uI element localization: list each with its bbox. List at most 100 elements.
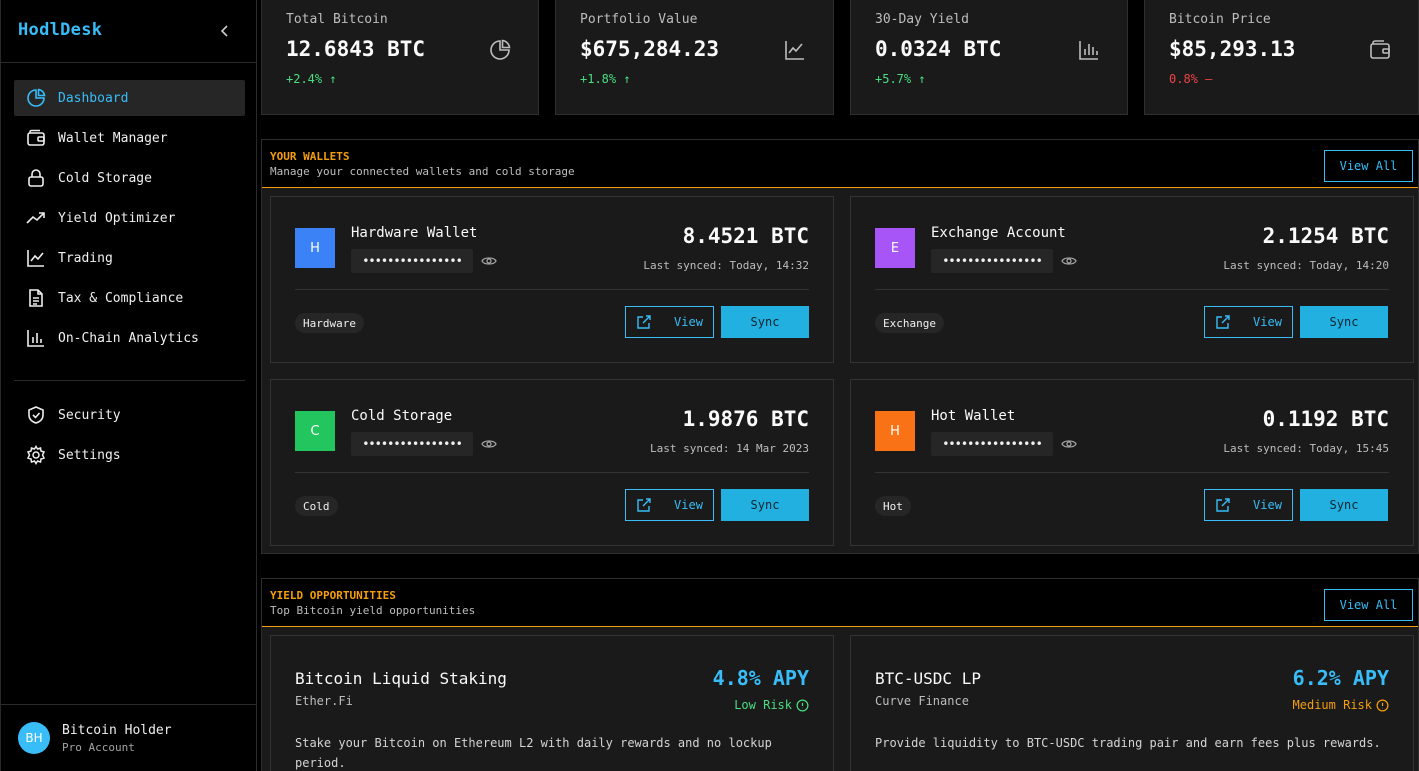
eye-icon[interactable] [1061, 436, 1077, 452]
wallet-avatar: C [295, 411, 335, 451]
sidebar-item-trading[interactable]: Trading [14, 240, 245, 276]
user-role: Pro Account [62, 740, 135, 754]
document-icon [26, 288, 46, 308]
user-name: Bitcoin Holder [62, 722, 172, 738]
divider [875, 472, 1389, 473]
sidebar-item-tax-compliance[interactable]: Tax & Compliance [14, 280, 245, 316]
yield-apy: 6.2% APY [1292, 666, 1389, 690]
view-all-wallets-button[interactable]: View All [1324, 150, 1413, 182]
sync-wallet-button[interactable]: Sync [721, 306, 809, 338]
wallet-last-synced: Last synced: 14 Mar 2023 [650, 442, 809, 455]
wallet-last-synced: Last synced: Today, 14:20 [1223, 259, 1389, 272]
view-button-label: View [674, 315, 703, 329]
sidebar-item-label: Trading [58, 250, 113, 266]
info-icon [1376, 699, 1389, 711]
yield-provider: Curve Finance [875, 694, 969, 708]
sync-wallet-button[interactable]: Sync [721, 489, 809, 521]
lock-icon [26, 168, 46, 188]
brand-logo: HodlDesk [18, 20, 103, 40]
sidebar-item-label: Dashboard [58, 90, 129, 106]
info-icon [796, 699, 809, 711]
stat-label: Portfolio Value [580, 12, 698, 27]
wallet-card-exchange: E Exchange Account •••••••••••••••• 2.12… [850, 196, 1414, 363]
eye-icon[interactable] [481, 436, 497, 452]
section-subtitle: Manage your connected wallets and cold s… [270, 165, 575, 178]
risk-badge: Low Risk [734, 698, 809, 712]
sidebar-item-security[interactable]: Security [14, 397, 245, 433]
divider [295, 289, 809, 290]
yield-name: Bitcoin Liquid Staking [295, 669, 507, 688]
external-link-icon [1216, 315, 1230, 329]
sidebar-item-wallet-manager[interactable]: Wallet Manager [14, 120, 245, 156]
sidebar-item-label: Cold Storage [58, 170, 152, 186]
user-profile[interactable]: BH Bitcoin Holder Pro Account [18, 722, 172, 754]
yield-description: Provide liquidity to BTC-USDC trading pa… [875, 736, 1381, 750]
sidebar-item-dashboard[interactable]: Dashboard [14, 80, 245, 116]
sidebar-item-settings[interactable]: Settings [14, 437, 245, 473]
divider [295, 472, 809, 473]
sidebar-secondary-nav: Security Settings [14, 397, 245, 477]
wallet-name: Exchange Account [931, 225, 1066, 241]
view-button-label: View [1253, 498, 1282, 512]
sidebar-item-label: Wallet Manager [58, 130, 168, 146]
stat-value: $675,284.23 [580, 37, 720, 61]
wallet-address-masked: •••••••••••••••• [931, 432, 1053, 456]
view-wallet-button[interactable]: View [625, 489, 714, 521]
yield-card-btc-usdc-lp[interactable]: BTC-USDC LP Curve Finance 6.2% APY Mediu… [850, 635, 1414, 771]
wallet-name: Hardware Wallet [351, 225, 478, 241]
eye-icon[interactable] [481, 253, 497, 269]
wallet-address-masked: •••••••••••••••• [351, 249, 473, 273]
stat-change: +5.7% ↑ [875, 72, 926, 86]
stat-label: Bitcoin Price [1169, 12, 1271, 27]
stat-card-bitcoin-price: Bitcoin Price $85,293.13 0.8% — [1144, 0, 1419, 115]
view-wallet-button[interactable]: View [1204, 489, 1293, 521]
sidebar-item-label: Yield Optimizer [58, 210, 176, 226]
yield-card-liquid-staking[interactable]: Bitcoin Liquid Staking Ether.Fi 4.8% APY… [270, 635, 834, 771]
wallet-balance: 2.1254 BTC [1262, 224, 1389, 248]
wallet-name: Cold Storage [351, 408, 453, 424]
pie-chart-icon [490, 39, 511, 60]
stat-value: 12.6843 BTC [286, 37, 426, 61]
stat-label: Total Bitcoin [286, 12, 388, 27]
yield-name: BTC-USDC LP [875, 669, 981, 688]
external-link-icon [637, 498, 651, 512]
bar-chart-icon [1079, 41, 1098, 60]
section-title: YIELD OPPORTUNITIES [270, 589, 396, 602]
wallet-balance: 8.4521 BTC [682, 224, 809, 248]
wallet-type-tag: Hot [875, 496, 911, 516]
trending-up-icon [26, 208, 46, 228]
wallet-type-tag: Cold [295, 496, 338, 516]
section-subtitle: Top Bitcoin yield opportunities [270, 604, 476, 617]
wallet-type-tag: Hardware [295, 313, 364, 333]
stat-card-portfolio-value: Portfolio Value $675,284.23 +1.8% ↑ [555, 0, 834, 115]
stat-change: +2.4% ↑ [286, 72, 337, 86]
yield-apy: 4.8% APY [712, 666, 809, 690]
wallet-last-synced: Last synced: Today, 15:45 [1223, 442, 1389, 455]
sync-wallet-button[interactable]: Sync [1300, 489, 1388, 521]
risk-badge: Medium Risk [1293, 698, 1389, 712]
divider [1, 62, 257, 63]
divider [14, 380, 245, 381]
wallet-avatar: H [295, 228, 335, 268]
user-info: Bitcoin Holder Pro Account [62, 723, 172, 754]
stat-label: 30-Day Yield [875, 12, 969, 27]
collapse-sidebar-button[interactable] [217, 22, 233, 40]
view-wallet-button[interactable]: View [1204, 306, 1293, 338]
risk-label: Low Risk [734, 698, 792, 712]
section-title: YOUR WALLETS [270, 150, 350, 163]
wallet-avatar: E [875, 228, 915, 268]
line-chart-icon [785, 41, 804, 60]
view-all-yield-button[interactable]: View All [1324, 589, 1413, 621]
view-wallet-button[interactable]: View [625, 306, 714, 338]
sidebar-item-label: Security [58, 407, 121, 423]
stat-card-30-day-yield: 30-Day Yield 0.0324 BTC +5.7% ↑ [850, 0, 1128, 115]
stat-change: +1.8% ↑ [580, 72, 631, 86]
sidebar-item-on-chain-analytics[interactable]: On-Chain Analytics [14, 320, 245, 356]
sync-wallet-button[interactable]: Sync [1300, 306, 1388, 338]
shield-icon [26, 405, 46, 425]
wallet-icon [26, 128, 46, 148]
external-link-icon [637, 315, 651, 329]
sidebar-item-yield-optimizer[interactable]: Yield Optimizer [14, 200, 245, 236]
sidebar-item-cold-storage[interactable]: Cold Storage [14, 160, 245, 196]
eye-icon[interactable] [1061, 253, 1077, 269]
